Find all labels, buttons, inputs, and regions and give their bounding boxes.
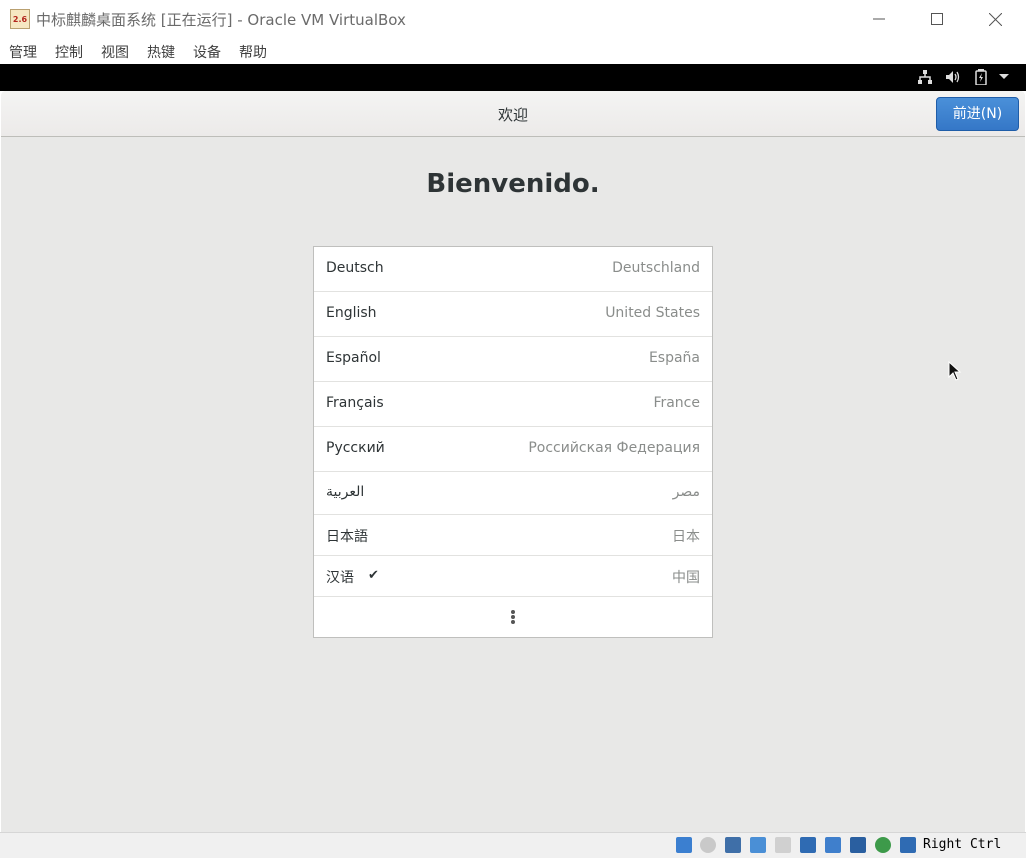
language-name: Español xyxy=(326,350,381,366)
language-row-espanol[interactable]: Español España xyxy=(314,337,712,382)
menu-hotkeys[interactable]: 热键 xyxy=(147,42,175,62)
minimize-button[interactable] xyxy=(850,0,908,38)
language-name: 汉语 xyxy=(326,570,354,586)
menu-help[interactable]: 帮助 xyxy=(239,42,267,62)
guest-welcome-window: 欢迎 前进(N) Bienvenido. Deutsch Deutschland… xyxy=(1,91,1025,832)
language-name: العربية xyxy=(326,484,365,500)
audio-icon[interactable] xyxy=(725,837,741,853)
language-region: España xyxy=(648,350,700,366)
language-region: United States xyxy=(605,305,700,321)
language-region: Российская Федерация xyxy=(528,440,700,456)
language-region: Deutschland xyxy=(612,260,700,276)
maximize-icon xyxy=(931,13,943,25)
optical-drive-icon[interactable] xyxy=(700,837,716,853)
language-name: Русский xyxy=(326,440,385,456)
display-icon[interactable] xyxy=(825,837,841,853)
header-title: 欢迎 xyxy=(497,106,528,124)
network-icon[interactable] xyxy=(917,69,933,85)
language-row-arabic[interactable]: العربية مصر xyxy=(314,472,712,515)
virtualbox-status-bar: Right Ctrl xyxy=(0,832,1026,858)
language-name: Deutsch xyxy=(326,260,384,276)
virtualbox-app-icon: 2.6 xyxy=(10,9,30,29)
language-row-japanese[interactable]: 日本語 日本 xyxy=(314,515,712,556)
usb-icon[interactable] xyxy=(775,837,791,853)
guest-top-panel xyxy=(0,64,1026,91)
language-row-english[interactable]: English United States xyxy=(314,292,712,337)
close-button[interactable] xyxy=(966,0,1024,38)
close-icon xyxy=(988,12,1002,26)
battery-icon[interactable] xyxy=(975,69,989,85)
language-list: Deutsch Deutschland English United State… xyxy=(313,246,713,638)
language-name: Français xyxy=(326,395,384,411)
network-adapter-icon[interactable] xyxy=(750,837,766,853)
language-row-chinese[interactable]: 汉语 ✔ 中国 xyxy=(314,556,712,597)
menu-manage[interactable]: 管理 xyxy=(9,42,37,62)
language-region: 中国 xyxy=(672,570,700,586)
window-title-bar: 2.6 中标麒麟桌面系统 [正在运行] - Oracle VM VirtualB… xyxy=(0,0,1026,38)
language-region: مصر xyxy=(672,484,700,500)
checkmark-icon: ✔ xyxy=(368,568,379,583)
header-bar: 欢迎 前进(N) xyxy=(1,91,1025,137)
menu-bar: 管理 控制 视图 热键 设备 帮助 xyxy=(0,38,1026,64)
language-region: France xyxy=(653,395,700,411)
menu-devices[interactable]: 设备 xyxy=(193,42,221,62)
next-button[interactable]: 前进(N) xyxy=(936,97,1019,131)
window-title: 中标麒麟桌面系统 [正在运行] - Oracle VM VirtualBox xyxy=(36,11,406,29)
cpu-icon[interactable] xyxy=(875,837,891,853)
video-capture-icon[interactable] xyxy=(850,837,866,853)
language-row-francais[interactable]: Français France xyxy=(314,382,712,427)
language-row-russian[interactable]: Русский Российская Федерация xyxy=(314,427,712,472)
minimize-icon xyxy=(873,18,885,20)
host-key-label: Right Ctrl xyxy=(923,837,1002,852)
welcome-heading: Bienvenido. xyxy=(426,169,600,199)
chevron-down-icon[interactable] xyxy=(998,73,1010,81)
language-row-deutsch[interactable]: Deutsch Deutschland xyxy=(314,247,712,292)
language-name: English xyxy=(326,305,377,321)
shared-folders-icon[interactable] xyxy=(800,837,816,853)
more-languages-button[interactable] xyxy=(314,597,712,637)
language-region: 日本 xyxy=(672,529,700,545)
menu-view[interactable]: 视图 xyxy=(101,42,129,62)
maximize-button[interactable] xyxy=(908,0,966,38)
mouse-integration-icon[interactable] xyxy=(900,837,916,853)
menu-control[interactable]: 控制 xyxy=(55,42,83,62)
hard-disk-icon[interactable] xyxy=(676,837,692,853)
language-name: 日本語 xyxy=(326,529,368,545)
volume-icon[interactable] xyxy=(945,69,961,85)
mouse-pointer-icon xyxy=(948,361,962,381)
more-vertical-icon xyxy=(511,609,515,625)
